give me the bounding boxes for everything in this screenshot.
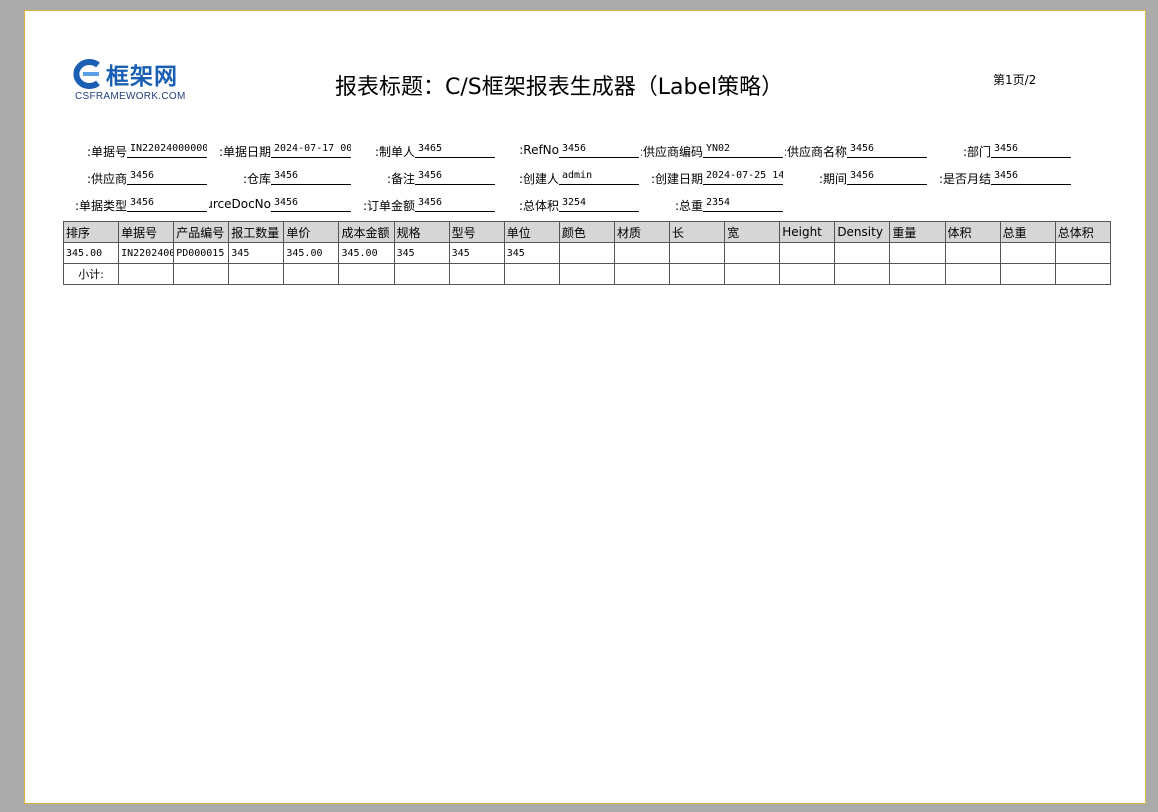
table-cell: PD000015 <box>173 242 230 264</box>
subtotal-cell <box>834 263 891 285</box>
page-number: 第1页/2 <box>993 73 1037 87</box>
logo-english-text: CSFRAMEWORK.COM <box>75 91 186 102</box>
table-cell <box>834 242 891 264</box>
column-header: 重量 <box>889 221 946 243</box>
column-header: 单位 <box>503 221 560 243</box>
column-header: 总体积 <box>1054 221 1112 243</box>
subtotal-row: 小计: <box>62 263 1112 285</box>
column-header: 宽 <box>724 221 781 243</box>
column-header: 产品编号 <box>173 221 230 243</box>
table-cell <box>944 242 1001 264</box>
subtotal-cell <box>118 263 175 285</box>
subtotal-cell <box>283 263 340 285</box>
table-header-row: 排序 单据号 产品编号 报工数量 单价 成本金额 规格 型号 单位 颜色 材质长宽 Height Den… <box>62 221 1112 243</box>
table-cell <box>724 242 781 264</box>
column-header: 单价 <box>283 221 340 243</box>
column-header: 总重 <box>999 221 1056 243</box>
subtotal-cell <box>724 263 781 285</box>
logo-c-icon <box>73 59 100 89</box>
column-header: 单据号 <box>118 221 175 243</box>
table-cell <box>779 242 836 264</box>
subtotal-cell <box>503 263 560 285</box>
table-cell: 345.00 <box>62 242 120 264</box>
logo-chinese-text: 框架网 <box>106 64 178 90</box>
report-page: 框架网 CSFRAMEWORK.COM 报表标题：C/S框架报表生成器（Labe… <box>24 10 1146 804</box>
subtotal-cell <box>613 263 671 285</box>
subtotal-cell <box>1054 263 1112 285</box>
table-cell: 345.00 <box>283 242 340 264</box>
table-cell <box>558 242 615 264</box>
table-cell <box>1054 242 1112 264</box>
table-cell <box>613 242 671 264</box>
table-cell: 345 <box>448 242 505 264</box>
subtotal-cell <box>889 263 946 285</box>
subtotal-cell <box>228 263 285 285</box>
column-header: 报工数量 <box>228 221 285 243</box>
table-row: 345.00IN22024000001PD000015345345.00345.… <box>62 242 1112 264</box>
column-header: 颜色 <box>558 221 615 243</box>
column-header: Density <box>834 221 891 243</box>
subtotal-cell <box>338 263 395 285</box>
subtotal-cell <box>669 263 726 285</box>
subtotal-cell <box>173 263 230 285</box>
column-header: 长 <box>669 221 726 243</box>
table-cell: 345 <box>393 242 450 264</box>
report-title: 报表标题：C/S框架报表生成器（Label策略） <box>335 75 784 100</box>
column-header: 材质 <box>613 221 671 243</box>
column-header: 体积 <box>944 221 1001 243</box>
table-cell: 345 <box>503 242 560 264</box>
subtotal-cell <box>999 263 1056 285</box>
table-cell <box>889 242 946 264</box>
subtotal-cell <box>944 263 1001 285</box>
subtotal-label: 小计: <box>62 263 120 285</box>
column-header: 排序 <box>62 221 120 243</box>
csframework-logo: 框架网 CSFRAMEWORK.COM <box>72 57 202 107</box>
column-header: 规格 <box>393 221 450 243</box>
table-cell: 345 <box>228 242 285 264</box>
table-cell <box>999 242 1056 264</box>
table-cell: IN22024000001 <box>118 242 175 264</box>
table-cell: 345.00 <box>338 242 395 264</box>
subtotal-cell <box>448 263 505 285</box>
column-header: 成本金额 <box>338 221 395 243</box>
subtotal-cell <box>393 263 450 285</box>
detail-table: 排序 单据号 产品编号 报工数量 单价 成本金额 规格 型号 单位 颜色 材质长宽 Height Den… <box>62 221 1112 285</box>
subtotal-cell <box>779 263 836 285</box>
column-header: 型号 <box>448 221 505 243</box>
column-header: Height <box>779 221 836 243</box>
subtotal-cell <box>558 263 615 285</box>
table-cell <box>669 242 726 264</box>
